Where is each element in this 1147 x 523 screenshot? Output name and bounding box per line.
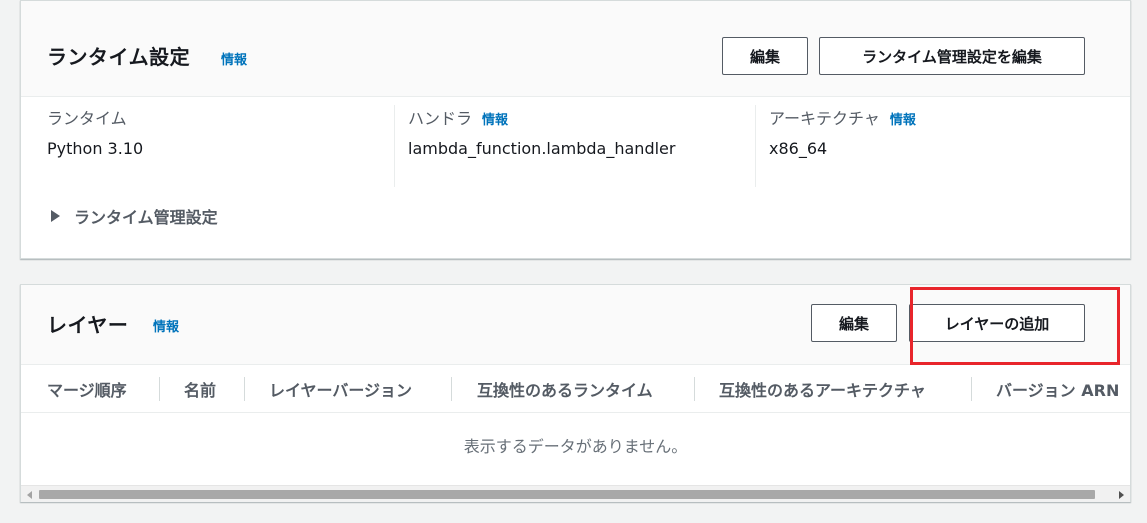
layers-table-header: マージ順序 名前 レイヤーバージョン 互換性のあるランタイム 互換性のあるアーキ… — [21, 365, 1130, 413]
caret-right-icon — [51, 210, 60, 222]
column-header-layer-version[interactable]: レイヤーバージョン — [269, 365, 412, 412]
horizontal-scrollbar[interactable] — [21, 485, 1130, 502]
architecture-info-link[interactable]: 情報 — [890, 113, 916, 128]
architecture-label: アーキテクチャ — [769, 109, 880, 128]
column-separator — [244, 377, 245, 401]
layers-edit-button[interactable]: 編集 — [811, 304, 897, 342]
handler-label: ハンドラ — [408, 109, 473, 128]
edit-runtime-management-button[interactable]: ランタイム管理設定を編集 — [819, 37, 1085, 75]
column-divider — [755, 105, 756, 187]
scroll-right-icon[interactable] — [1119, 491, 1124, 499]
handler-column: ハンドラ 情報 lambda_function.lambda_handler — [408, 105, 675, 187]
empty-table-message: 表示するデータがありません。 — [463, 437, 688, 456]
column-separator — [159, 377, 160, 401]
runtime-management-expander[interactable]: ランタイム管理設定 — [51, 204, 218, 228]
runtime-value: Python 3.10 — [47, 139, 144, 158]
layers-info-link[interactable]: 情報 — [153, 316, 179, 335]
column-header-version-arn[interactable]: バージョン ARN — [996, 365, 1119, 412]
column-separator — [451, 377, 452, 401]
scrollbar-thumb[interactable] — [39, 490, 1095, 499]
scroll-left-icon[interactable] — [27, 491, 32, 499]
column-separator — [694, 377, 695, 401]
column-separator — [971, 377, 972, 401]
runtime-label: ランタイム — [47, 109, 127, 128]
runtime-management-label: ランタイム管理設定 — [74, 208, 218, 227]
column-header-name[interactable]: 名前 — [184, 365, 216, 412]
architecture-column: アーキテクチャ 情報 x86_64 — [769, 105, 916, 187]
column-header-merge-order[interactable]: マージ順序 — [47, 365, 127, 412]
handler-value: lambda_function.lambda_handler — [408, 139, 676, 158]
runtime-settings-info-link[interactable]: 情報 — [221, 49, 247, 68]
handler-info-link[interactable]: 情報 — [482, 113, 508, 128]
runtime-settings-title: ランタイム設定 — [47, 45, 191, 69]
column-header-compatible-architectures[interactable]: 互換性のあるアーキテクチャ — [719, 365, 926, 412]
runtime-column: ランタイム Python 3.10 — [47, 105, 143, 187]
column-divider — [394, 105, 395, 187]
architecture-value: x86_64 — [769, 139, 828, 158]
column-header-compatible-runtimes[interactable]: 互換性のあるランタイム — [477, 365, 653, 412]
add-layer-button[interactable]: レイヤーの追加 — [909, 304, 1085, 342]
layers-title: レイヤー — [47, 313, 129, 337]
runtime-edit-button[interactable]: 編集 — [722, 37, 808, 75]
